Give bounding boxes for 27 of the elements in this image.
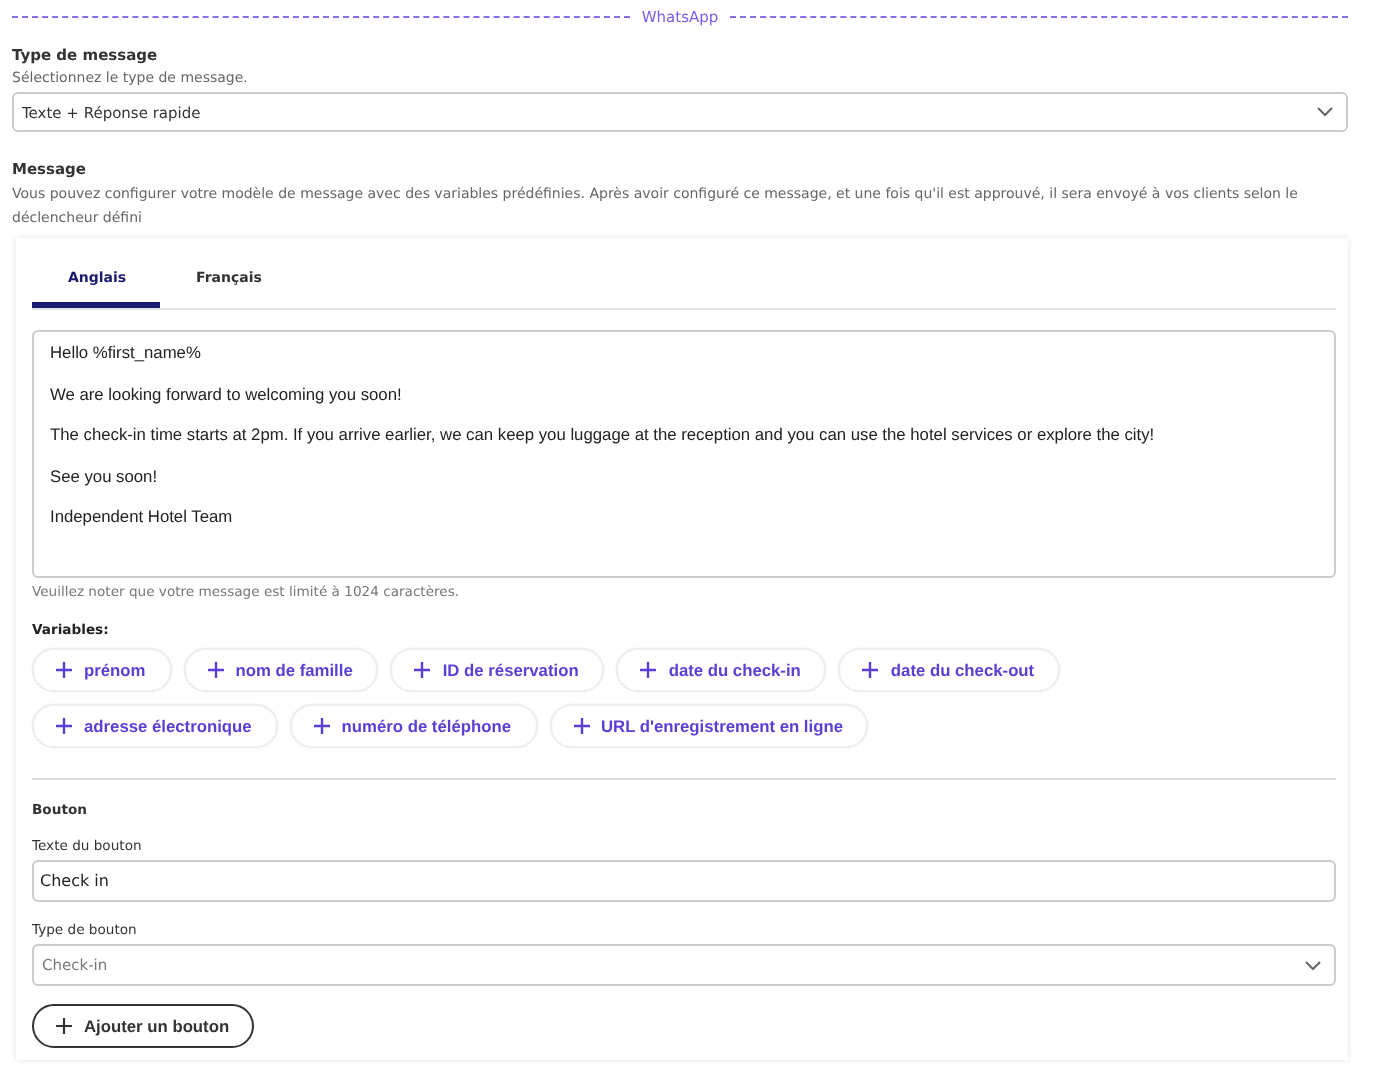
plus-icon [573, 718, 589, 734]
chevron-down-icon [1316, 106, 1334, 118]
plus-icon [56, 718, 72, 734]
plus-icon [414, 662, 431, 678]
variable-chip[interactable]: date du check-in [616, 648, 827, 692]
message-line: Independent Hotel Team [50, 506, 235, 526]
message-line: See you soon! [50, 465, 160, 485]
message-line: The check-in time starts at 2pm. If you arrive earlier, we can keep you luggage at the reception and you can use the hotel services or explore the city! [50, 424, 1157, 444]
variable-chip[interactable]: numéro de téléphone [289, 704, 537, 748]
variable-chip[interactable]: nom de famille [183, 648, 379, 692]
message-line: We are looking forward to welcoming you soon! [50, 383, 404, 403]
variable-chip[interactable]: prénom [32, 648, 172, 692]
button-text-input[interactable]: Check in [32, 860, 1336, 902]
plus-icon [862, 662, 879, 678]
plus-icon [56, 1018, 72, 1034]
variable-chip[interactable]: ID de réservation [390, 648, 605, 692]
plus-icon [313, 718, 330, 734]
add-button[interactable]: Ajouter un bouton [32, 1004, 254, 1048]
plus-icon [640, 662, 657, 678]
message-field[interactable] [32, 330, 1336, 578]
plus-icon [207, 662, 224, 678]
message-line: Hello %first_name% [50, 342, 203, 362]
variable-chip[interactable]: adresse électronique [32, 704, 278, 748]
variable-chip[interactable]: URL d'enregistrement en ligne [549, 704, 869, 748]
chevron-down-icon [1304, 959, 1322, 971]
variable-chip[interactable]: date du check-out [838, 648, 1061, 692]
plus-icon [56, 662, 72, 678]
